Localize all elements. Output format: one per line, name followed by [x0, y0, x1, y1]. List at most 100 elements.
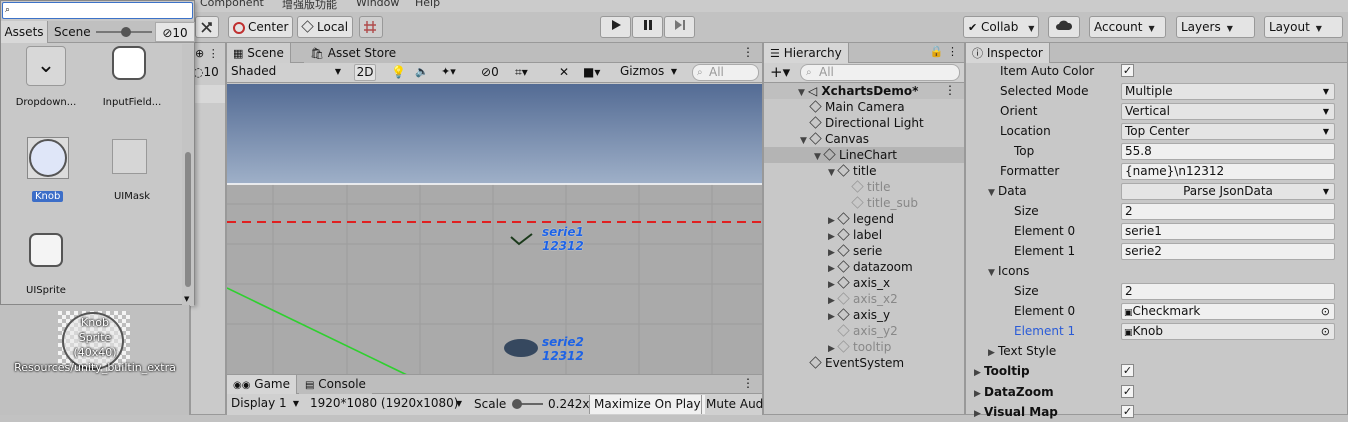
- grid-snap-button[interactable]: [359, 16, 383, 38]
- play-button[interactable]: [600, 16, 631, 38]
- strip-visibility[interactable]: ◌10: [193, 65, 219, 79]
- datazoom-checkbox[interactable]: ✓: [1121, 385, 1134, 398]
- layers-dropdown[interactable]: Layers: [1176, 16, 1255, 38]
- pause-button[interactable]: [632, 16, 663, 38]
- display-dropdown[interactable]: Display 1: [228, 396, 304, 413]
- data-size-input[interactable]: 2: [1121, 203, 1335, 220]
- picker-scrollbar-thumb[interactable]: [185, 152, 191, 287]
- tooltip-arrow-icon[interactable]: ▶: [974, 365, 984, 381]
- text-style-arrow-icon[interactable]: ▶: [988, 345, 998, 361]
- tab-game[interactable]: ◉◉ Game: [227, 375, 298, 394]
- tab-asset-store[interactable]: 🛍 Asset Store: [304, 43, 403, 63]
- scene-menu-icon[interactable]: ⋮: [742, 45, 754, 59]
- custom-tool-button[interactable]: [195, 16, 219, 38]
- picker-search-input[interactable]: ⌕: [2, 2, 193, 19]
- picker-tab-assets[interactable]: Assets: [1, 21, 48, 43]
- data-foldout-row[interactable]: ▼ Data Parse JsonData: [966, 183, 1347, 201]
- visualmap-foldout[interactable]: ▶ Visual Map ✓: [966, 404, 1347, 420]
- account-dropdown[interactable]: Account: [1089, 16, 1166, 38]
- gizmos-dropdown[interactable]: Gizmos: [617, 64, 682, 81]
- visualmap-checkbox[interactable]: ✓: [1121, 405, 1134, 418]
- game-menu-icon[interactable]: ⋮: [742, 376, 754, 390]
- tooltip-foldout[interactable]: ▶ Tooltip ✓: [966, 363, 1347, 379]
- scene-search-input[interactable]: ⌕ All: [692, 64, 759, 81]
- picker-item-inputfield[interactable]: InputField...: [89, 44, 175, 114]
- icons-foldout-arrow-icon[interactable]: ▼: [988, 265, 998, 281]
- step-button[interactable]: [664, 16, 695, 38]
- datazoom-arrow-icon[interactable]: ▶: [974, 386, 984, 402]
- datazoom-foldout[interactable]: ▶ DataZoom ✓: [966, 384, 1347, 400]
- picker-scrollbar[interactable]: ▼: [182, 44, 194, 306]
- hierarchy-item[interactable]: Directional Light: [764, 115, 964, 131]
- layout-dropdown[interactable]: Layout: [1264, 16, 1343, 38]
- tooltip-checkbox[interactable]: ✓: [1121, 364, 1134, 377]
- menu-help[interactable]: Help: [415, 0, 440, 9]
- hierarchy-item[interactable]: title_sub: [764, 195, 964, 211]
- scale-slider-thumb[interactable]: [512, 399, 522, 409]
- hierarchy-item[interactable]: ▶ axis_x: [764, 275, 964, 291]
- menu-window[interactable]: Window: [356, 0, 399, 9]
- shading-mode-dropdown[interactable]: Shaded: [228, 64, 346, 81]
- picker-item-uisprite[interactable]: UISprite: [3, 230, 89, 300]
- picker-hidden-toggle[interactable]: ⊘10: [155, 22, 195, 42]
- visualmap-arrow-icon[interactable]: ▶: [974, 406, 984, 422]
- hierarchy-item[interactable]: ▼ Canvas: [764, 131, 964, 147]
- effects-icon[interactable]: ✦▾: [441, 65, 456, 78]
- camera-icon[interactable]: ■▾: [583, 65, 600, 79]
- location-dropdown[interactable]: Top Center: [1121, 123, 1335, 140]
- scene-viewport[interactable]: serie1 12312 serie2 12312: [227, 84, 762, 375]
- object-picker-icon[interactable]: ⊙: [1321, 304, 1330, 319]
- hierarchy-item[interactable]: ▼ LineChart: [764, 147, 964, 163]
- menu-enhanced[interactable]: 增强版功能: [282, 0, 337, 12]
- cloud-button[interactable]: [1048, 16, 1080, 38]
- hierarchy-item[interactable]: Main Camera: [764, 99, 964, 115]
- hierarchy-item[interactable]: EventSystem: [764, 355, 964, 371]
- pivot-local-button[interactable]: Local: [297, 16, 354, 38]
- hierarchy-item[interactable]: title: [764, 179, 964, 195]
- tab-inspector[interactable]: ⓘ Inspector: [966, 43, 1050, 63]
- tab-scene[interactable]: ▦ Scene: [227, 43, 291, 63]
- pivot-center-button[interactable]: Center: [228, 16, 294, 38]
- hierarchy-item[interactable]: ▼ title: [764, 163, 964, 179]
- tools-icon[interactable]: ✕: [559, 65, 569, 79]
- lighting-icon[interactable]: 💡: [391, 65, 406, 79]
- hierarchy-item[interactable]: ▶ legend: [764, 211, 964, 227]
- parse-json-button[interactable]: Parse JsonData: [1121, 183, 1335, 200]
- top-input[interactable]: 55.8: [1121, 143, 1335, 160]
- picker-item-uimask[interactable]: UIMask: [89, 136, 175, 206]
- mute-audio-toggle[interactable]: Mute Audi: [701, 395, 771, 414]
- menu-component[interactable]: Component: [200, 0, 264, 9]
- maximize-on-play-toggle[interactable]: Maximize On Play: [589, 395, 705, 414]
- tab-console[interactable]: ▤ Console: [299, 375, 372, 394]
- data-foldout-arrow-icon[interactable]: ▼: [988, 185, 998, 201]
- object-picker-icon[interactable]: ⊙: [1321, 324, 1330, 339]
- picker-item-knob[interactable]: Knob: [3, 136, 89, 206]
- orient-dropdown[interactable]: Vertical: [1121, 103, 1335, 120]
- hierarchy-item[interactable]: ▶ datazoom: [764, 259, 964, 275]
- hierarchy-item[interactable]: ▶ label: [764, 227, 964, 243]
- resolution-dropdown[interactable]: 1920*1080 (1920x1080): [307, 396, 467, 413]
- item-auto-color-checkbox[interactable]: ✓: [1121, 64, 1134, 77]
- hierarchy-item[interactable]: ▶ axis_x2: [764, 291, 964, 307]
- hierarchy-item[interactable]: ▶ axis_y: [764, 307, 964, 323]
- grid-icon[interactable]: ⌗▾: [515, 65, 528, 80]
- icons-size-input[interactable]: 2: [1121, 283, 1335, 300]
- scroll-down-arrow-icon[interactable]: ▼: [184, 295, 189, 303]
- mode-2d-toggle[interactable]: 2D: [354, 64, 376, 81]
- audio-icon[interactable]: 🔈: [415, 65, 429, 78]
- hierarchy-item[interactable]: ▶ tooltip: [764, 339, 964, 355]
- hierarchy-item[interactable]: axis_y2: [764, 323, 964, 339]
- hidden-objects-icon[interactable]: ⊘0: [481, 65, 499, 79]
- picker-tab-scene[interactable]: Scene: [54, 21, 91, 43]
- picker-zoom-slider-thumb[interactable]: [121, 27, 131, 37]
- icons-element0-object-field[interactable]: ▣Checkmark ⊙: [1121, 303, 1335, 320]
- data-element0-input[interactable]: serie1: [1121, 223, 1335, 240]
- formatter-input[interactable]: {name}\n12312: [1121, 163, 1335, 180]
- data-element1-input[interactable]: serie2: [1121, 243, 1335, 260]
- hierarchy-item[interactable]: ▶ serie: [764, 243, 964, 259]
- icons-foldout-row[interactable]: ▼ Icons: [966, 263, 1347, 279]
- collab-dropdown[interactable]: ✔ Collab: [963, 16, 1040, 38]
- selected-mode-dropdown[interactable]: Multiple: [1121, 83, 1335, 100]
- icons-element1-object-field[interactable]: ▣Knob ⊙: [1121, 323, 1335, 340]
- picker-item-dropdown[interactable]: ⌄ Dropdown...: [3, 44, 89, 114]
